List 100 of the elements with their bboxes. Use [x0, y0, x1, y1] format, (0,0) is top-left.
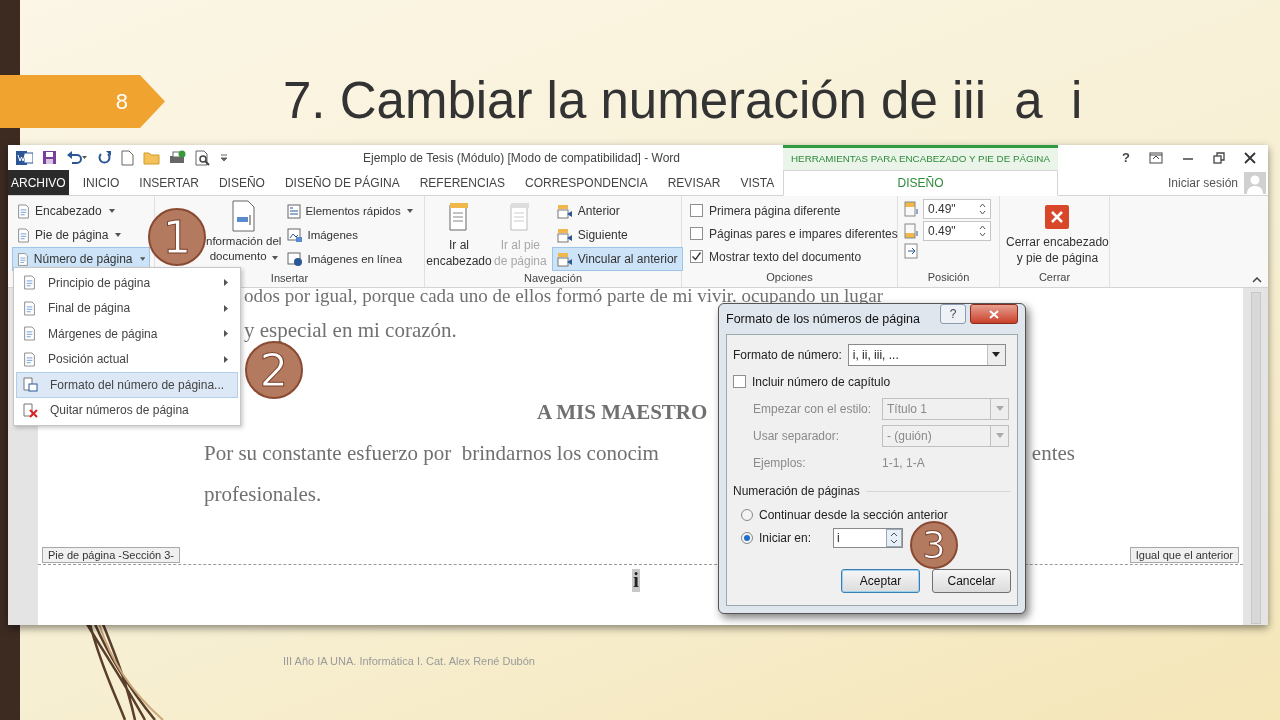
- slide-title: 7. Cambiar la numeración de iii a i: [283, 73, 1083, 129]
- menu-item[interactable]: Final de página: [16, 295, 238, 321]
- close-header-footer-button[interactable]: Cerrar encabezado y pie de página: [1004, 199, 1111, 270]
- checkbox-label: Incluir número de capítulo: [752, 374, 891, 389]
- online-picture-icon: [287, 251, 304, 267]
- contextual-tab-group: HERRAMIENTAS PARA ENCABEZADO Y PIE DE PÁGINA: [783, 145, 1058, 170]
- pictures-button[interactable]: Imágenes: [284, 223, 416, 247]
- checkbox-label: Mostrar texto del documento: [709, 249, 862, 264]
- field-label: Usar separador:: [753, 428, 841, 443]
- quick-parts-icon: [287, 203, 302, 219]
- new-document-icon[interactable]: [121, 149, 134, 166]
- slide-number-tag: 8: [0, 75, 165, 128]
- radio-button[interactable]: [741, 508, 753, 521]
- print-preview-icon[interactable]: [195, 149, 211, 166]
- checkbox-label: Páginas pares e impares diferentes: [709, 226, 898, 241]
- group-label: Navegación: [523, 272, 583, 284]
- ribbon-tab[interactable]: CORRESPONDENCIA: [515, 170, 658, 195]
- collapse-ribbon-icon[interactable]: [1252, 277, 1262, 283]
- menu-item[interactable]: Principio de página: [16, 270, 238, 296]
- close-button[interactable]: [970, 304, 1018, 324]
- help-button[interactable]: ?: [940, 304, 966, 324]
- radio-label: Continuar desde la sección anterior: [759, 507, 948, 522]
- ribbon-tab[interactable]: REVISAR: [657, 170, 731, 195]
- ok-button[interactable]: Aceptar: [841, 569, 920, 593]
- undo-icon[interactable]: [66, 150, 88, 165]
- ribbon-tab[interactable]: DISEÑO: [783, 170, 1058, 196]
- help-button[interactable]: ?: [1122, 150, 1130, 165]
- caret-icon: [271, 256, 278, 260]
- document-info-icon: [230, 200, 257, 232]
- menu-item[interactable]: Posición actual: [16, 346, 238, 372]
- caret-icon: [139, 257, 145, 261]
- ribbon-tab[interactable]: VISTA: [730, 170, 785, 195]
- ribbon-display-options-icon[interactable]: [1149, 151, 1163, 164]
- checkbox[interactable]: [690, 227, 703, 240]
- dropdown-arrow-icon: [992, 352, 1001, 357]
- menu-item[interactable]: Formato del número de página...: [16, 372, 238, 398]
- remove-page-number-icon: [23, 402, 38, 418]
- ribbon-tab[interactable]: REFERENCIAS: [409, 170, 515, 195]
- body-text: entes: [1031, 441, 1075, 465]
- page-number-icon: [23, 326, 36, 342]
- field-label: Formato de número:: [733, 347, 842, 362]
- restore-icon[interactable]: [1213, 151, 1225, 164]
- page-icon: [17, 227, 30, 243]
- ribbon-tab[interactable]: ARCHIVO: [8, 170, 69, 195]
- sign-in-link[interactable]: Iniciar sesión: [1167, 175, 1238, 190]
- ribbon-button[interactable]: Siguiente: [551, 223, 683, 247]
- spinner-field[interactable]: 0.49": [923, 199, 991, 219]
- section-heading: A MIS MAESTRO: [537, 400, 708, 424]
- footer-section-label: Pie de página -Sección 3-: [42, 547, 180, 563]
- ribbon-button[interactable]: Anterior: [551, 199, 683, 223]
- group-label: Posición: [927, 271, 970, 283]
- dialog-title: Formato de los números de página: [726, 312, 921, 326]
- number-format-dropdown[interactable]: i, ii, iii, ...: [847, 343, 1006, 366]
- spin-arrows-icon: [886, 528, 902, 547]
- field-label: Empezar con el estilo:: [753, 401, 873, 416]
- customize-toolbar-icon[interactable]: [220, 153, 228, 162]
- section-label: Numeración de páginas: [733, 484, 860, 498]
- page-icon: [17, 203, 30, 219]
- picture-icon: [287, 227, 304, 243]
- checkbox-label: Primera página diferente: [709, 203, 841, 218]
- ribbon-button[interactable]: Vincular al anterior: [551, 247, 683, 271]
- save-icon[interactable]: [42, 150, 57, 165]
- header-position-icon: [904, 201, 919, 217]
- ribbon-tab[interactable]: INSERTAR: [129, 170, 209, 195]
- menu-item[interactable]: Quitar números de página: [16, 397, 238, 423]
- close-icon[interactable]: [1244, 151, 1256, 164]
- ribbon-tab[interactable]: DISEÑO: [208, 170, 275, 195]
- ribbon-tab[interactable]: DISEÑO DE PÁGINA: [274, 170, 410, 195]
- caret-icon: [115, 233, 122, 237]
- dropdown-arrow-icon: [995, 406, 1004, 411]
- ribbon-dropdown-button[interactable]: Pie de página: [12, 223, 150, 247]
- ribbon-dropdown-button[interactable]: Encabezado: [12, 199, 150, 223]
- page-icon: [447, 202, 471, 232]
- online-pictures-button[interactable]: Imágenes en línea: [284, 247, 416, 271]
- cancel-button[interactable]: Cancelar: [932, 569, 1011, 593]
- start-number-field[interactable]: i: [833, 527, 903, 548]
- spin-arrows-icon: [979, 224, 986, 238]
- document-info-button[interactable]: nformación del documento: [206, 199, 282, 271]
- insert-alignment-tab-icon[interactable]: [904, 243, 918, 259]
- group-label: Opciones: [766, 271, 813, 283]
- field-label: Ejemplos:: [753, 455, 807, 470]
- caret-icon: [406, 209, 413, 213]
- dropdown-arrow-icon: [995, 433, 1004, 438]
- ribbon-tab[interactable]: INICIO: [72, 170, 130, 195]
- quick-parts-button[interactable]: Elementos rápidos: [284, 199, 416, 223]
- format-page-number-icon: [23, 377, 38, 393]
- checkbox[interactable]: [690, 204, 703, 217]
- scrollbar[interactable]: [1250, 292, 1261, 624]
- header-navigation-icon: [556, 227, 573, 243]
- checkbox[interactable]: [690, 250, 703, 263]
- page-number-icon: [23, 351, 36, 367]
- redo-icon[interactable]: [97, 150, 112, 165]
- group-label: Insertar: [270, 272, 309, 284]
- body-text: profesionales.: [204, 482, 322, 506]
- printer-icon[interactable]: [169, 149, 186, 166]
- checkbox[interactable]: [733, 375, 746, 388]
- menu-item[interactable]: Márgenes de página: [16, 321, 238, 347]
- caret-icon: [108, 209, 115, 213]
- spinner-field[interactable]: 0.49": [923, 221, 991, 241]
- radio-button[interactable]: [741, 531, 753, 544]
